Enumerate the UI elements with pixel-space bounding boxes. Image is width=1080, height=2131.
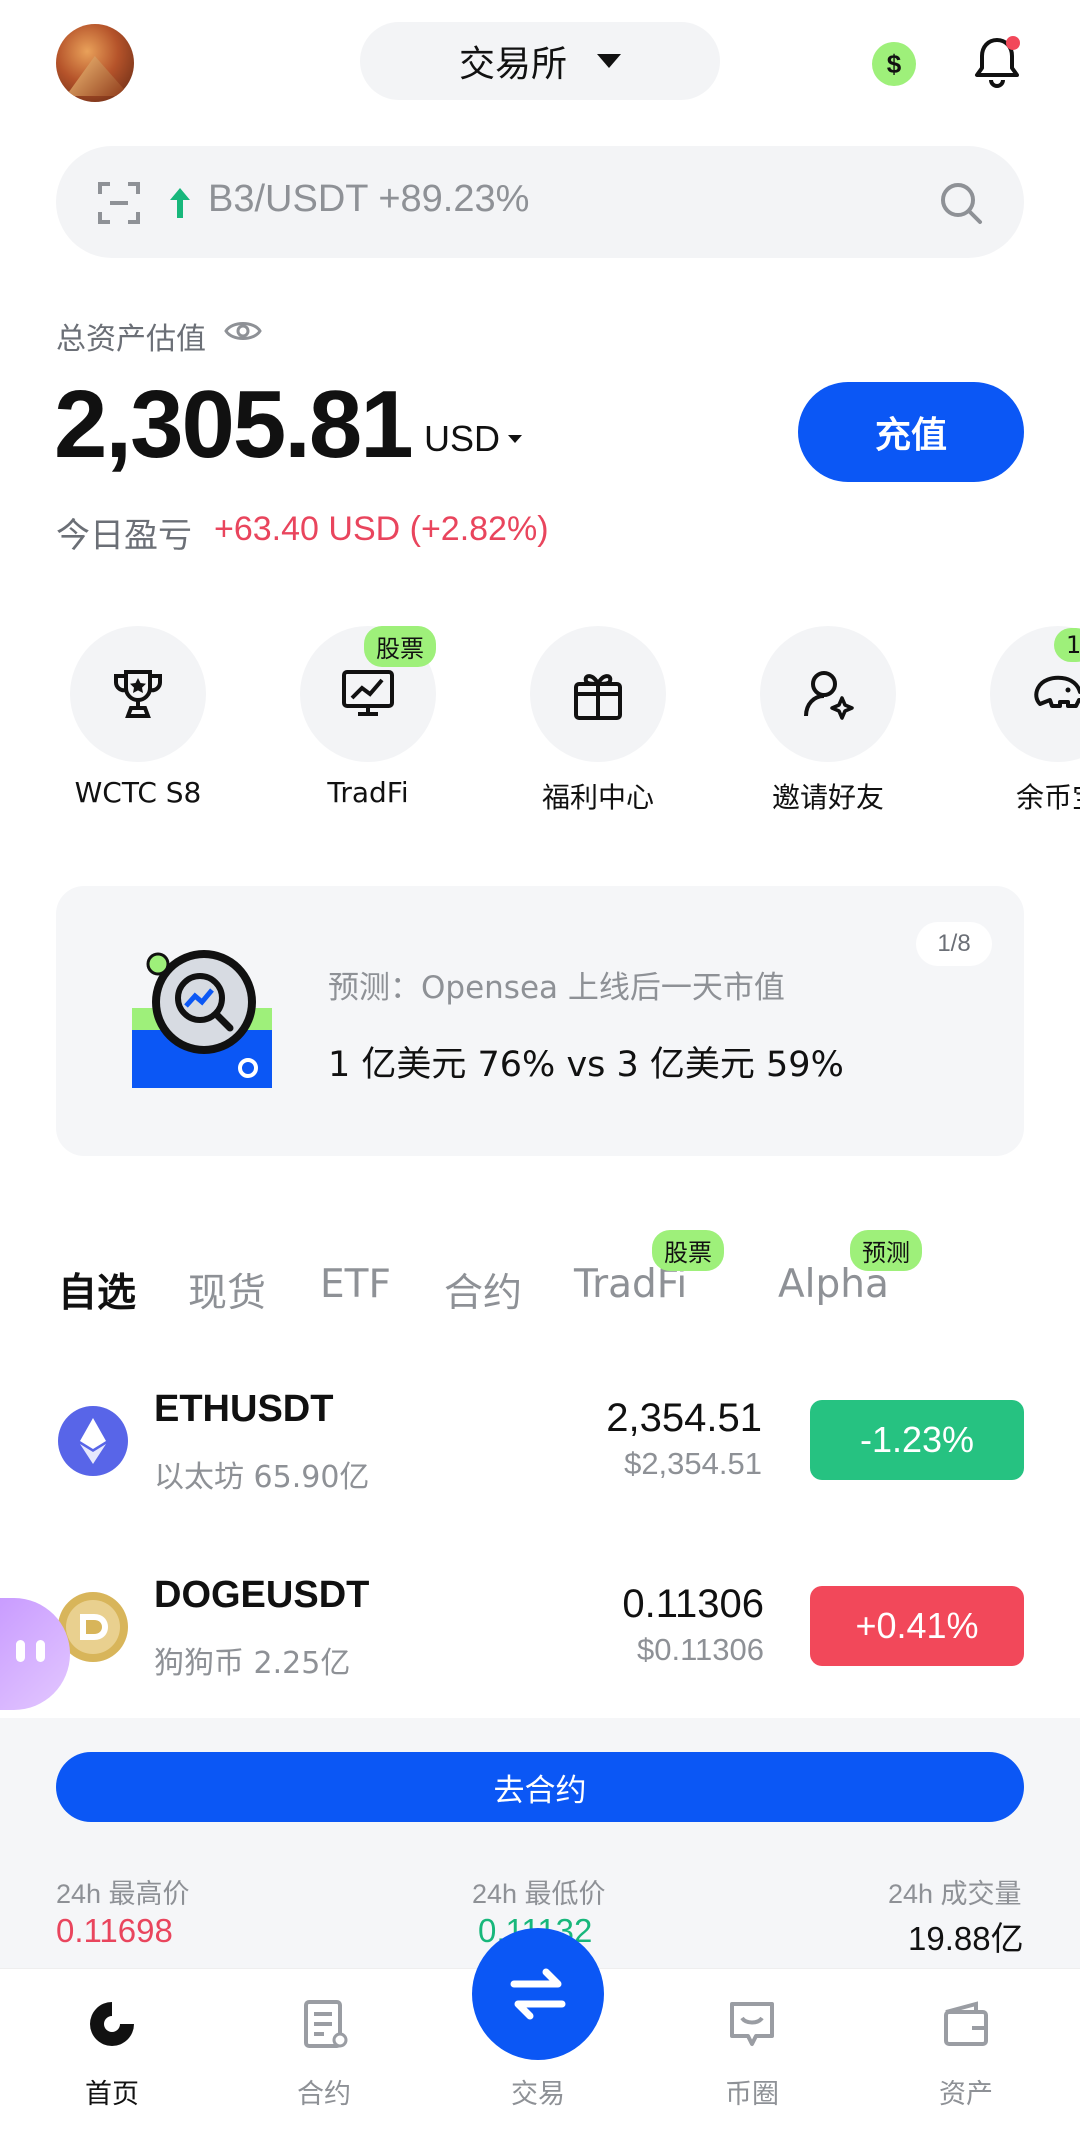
high-label: 24h 最高价 xyxy=(56,1879,190,1909)
shortcut-label: 邀请好友 xyxy=(771,781,884,814)
nav-label: 资产 xyxy=(939,2079,993,2110)
shortcut-wctc[interactable] xyxy=(70,626,206,762)
search-icon[interactable] xyxy=(938,180,984,226)
bell-icon[interactable] xyxy=(972,34,1022,90)
tab-tag: 股票 xyxy=(652,1230,724,1271)
tab-favorites[interactable]: 自选 xyxy=(58,1262,136,1318)
market-symbol: DOGEUSDT xyxy=(154,1574,370,1616)
eye-icon[interactable] xyxy=(224,316,262,346)
market-price: 0.11306 xyxy=(622,1582,764,1626)
shortcut-label: WCTC S8 xyxy=(74,776,202,809)
nav-label: 首页 xyxy=(85,2079,139,2110)
banner-title: 1 亿美元 76% vs 3 亿美元 59% xyxy=(328,1045,844,1085)
shortcut-label: 余币宝 xyxy=(1015,781,1080,814)
nav-label: 合约 xyxy=(297,2079,351,2110)
total-balance: 2,305.81 xyxy=(54,371,414,478)
shortcut-tag: 1 xyxy=(1054,628,1080,662)
nav-label: 币圈 xyxy=(725,2079,779,2110)
market-price-usd: $2,354.51 xyxy=(624,1446,762,1481)
wallet-icon xyxy=(944,2001,988,2046)
home-icon xyxy=(90,2002,134,2046)
deposit-button[interactable]: 充值 xyxy=(798,382,1024,482)
prediction-illustration xyxy=(130,950,276,1090)
nav-label: 交易 xyxy=(511,2079,565,2110)
shortcut-invite[interactable] xyxy=(760,626,896,762)
tab-contract[interactable]: 合约 xyxy=(444,1262,522,1318)
banner-subtitle: 预测：Opensea 上线后一天市值 xyxy=(328,970,785,1006)
high-value: 0.11698 xyxy=(56,1912,173,1949)
currency-label: USD xyxy=(424,418,501,459)
caret-down-icon xyxy=(508,435,523,443)
tab-etf[interactable]: ETF xyxy=(320,1262,391,1307)
trophy-icon xyxy=(114,670,162,718)
eth-coin-icon xyxy=(58,1406,128,1476)
nav-trade[interactable] xyxy=(472,1928,604,2060)
avatar[interactable] xyxy=(56,24,134,102)
invite-user-icon xyxy=(804,671,854,720)
gift-icon xyxy=(574,674,622,720)
currency-selector[interactable]: USD xyxy=(424,418,523,460)
volume-value: 19.88亿 xyxy=(908,1920,1024,1957)
banner-page-indicator: 1/8 xyxy=(916,922,992,966)
notification-dot xyxy=(1006,36,1020,50)
nav-assets[interactable] xyxy=(906,1998,1026,2055)
search-hot-ticker: B3/USDT +89.23% xyxy=(208,178,530,220)
piggy-bank-icon xyxy=(1034,675,1080,708)
dollar-icon[interactable]: $ xyxy=(872,42,916,86)
market-change[interactable]: +0.41% xyxy=(810,1586,1024,1666)
tab-spot[interactable]: 现货 xyxy=(188,1262,266,1318)
market-subtitle: 以太坊 65.90亿 xyxy=(154,1460,370,1495)
volume-label: 24h 成交量 xyxy=(888,1879,1022,1909)
shortcut-label: TradFi xyxy=(327,776,409,809)
market-change[interactable]: -1.23% xyxy=(810,1400,1024,1480)
market-price-usd: $0.11306 xyxy=(637,1632,764,1667)
market-symbol: ETHUSDT xyxy=(154,1388,334,1430)
go-contract-button[interactable]: 去合约 xyxy=(56,1752,1024,1822)
search-bar[interactable] xyxy=(56,146,1024,258)
exchange-switcher[interactable]: 交易所 xyxy=(360,22,720,100)
contract-icon xyxy=(304,2000,348,2048)
chart-monitor-icon xyxy=(342,670,394,716)
market-price: 2,354.51 xyxy=(606,1396,762,1440)
shortcut-welfare[interactable] xyxy=(530,626,666,762)
today-pnl-label: 今日盈亏 xyxy=(56,516,192,556)
scan-icon[interactable] xyxy=(98,182,140,224)
chat-icon xyxy=(730,2002,774,2046)
shortcut-tag: 股票 xyxy=(364,626,436,667)
low-label: 24h 最低价 xyxy=(472,1879,606,1909)
nav-community[interactable] xyxy=(692,1998,812,2055)
chevron-down-icon xyxy=(597,54,621,68)
exchange-label: 交易所 xyxy=(458,44,567,85)
swap-icon xyxy=(510,1968,566,2020)
today-pnl-value: +63.40 USD (+2.82%) xyxy=(214,510,549,548)
market-subtitle: 狗狗币 2.25亿 xyxy=(154,1646,351,1681)
trending-up-icon xyxy=(166,186,194,229)
nav-contract[interactable] xyxy=(264,1998,384,2055)
tab-tag: 预测 xyxy=(850,1230,922,1271)
shortcut-label: 福利中心 xyxy=(541,781,654,814)
total-assets-label: 总资产估值 xyxy=(56,322,206,357)
nav-home[interactable] xyxy=(52,1998,172,2055)
